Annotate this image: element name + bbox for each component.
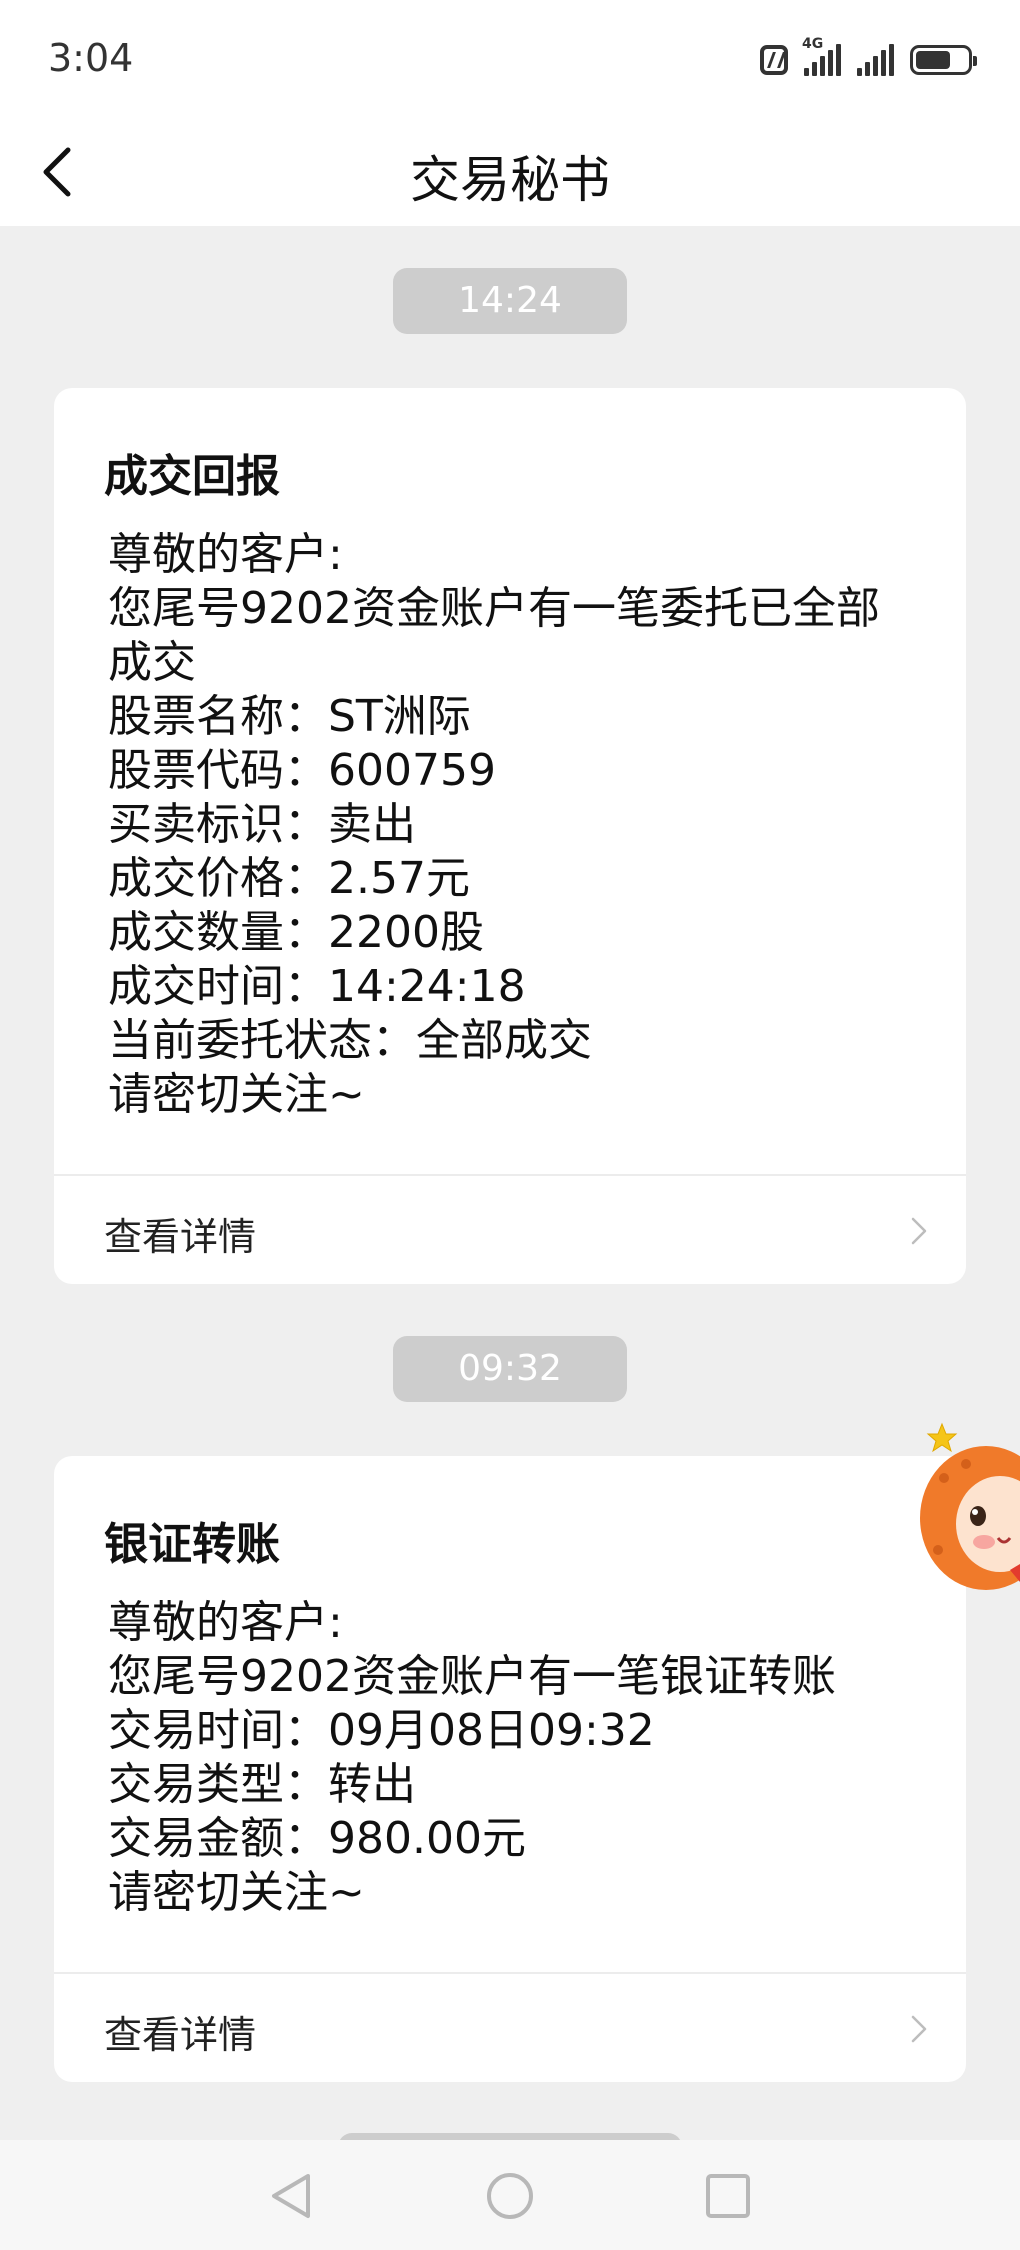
message-line: 成交时间：14:24:18 bbox=[108, 961, 526, 1012]
mascot-icon[interactable] bbox=[918, 1420, 1020, 1620]
chevron-right-icon bbox=[911, 2015, 927, 2043]
message-line: 股票名称：ST洲际 bbox=[108, 691, 471, 742]
signal-icon bbox=[857, 44, 894, 76]
page-title: 交易秘书 bbox=[410, 151, 610, 209]
message-line: 尊敬的客户: bbox=[108, 1597, 343, 1648]
view-details-label: 查看详情 bbox=[104, 1215, 257, 1259]
status-icons: 4G bbox=[760, 36, 977, 80]
system-home-button[interactable] bbox=[482, 2168, 538, 2224]
battery-icon bbox=[910, 45, 977, 75]
message-timestamp: 14:24 bbox=[393, 268, 627, 334]
message-line: 成交数量：2200股 bbox=[108, 907, 484, 958]
message-line: 交易时间：09月08日09:32 bbox=[108, 1705, 655, 1756]
nav-bar: 交易秘书 bbox=[0, 118, 1020, 226]
home-circle-icon bbox=[487, 2173, 533, 2219]
message-line: 交易类型：转出 bbox=[108, 1759, 416, 1810]
chevron-right-icon bbox=[911, 1217, 927, 1245]
back-triangle-icon bbox=[272, 2174, 310, 2218]
view-details-button[interactable]: 查看详情 bbox=[54, 1176, 966, 1284]
message-line: 成交价格：2.57元 bbox=[108, 853, 470, 904]
message-card-bank-transfer: 银证转账 尊敬的客户: 您尾号9202资金账户有一笔银证转账 交易时间：09月0… bbox=[54, 1456, 966, 2082]
message-line: 您尾号9202资金账户有一笔银证转账 bbox=[108, 1651, 836, 1702]
message-timestamp: 09:32 bbox=[393, 1336, 627, 1402]
system-back-button[interactable] bbox=[264, 2168, 320, 2224]
message-line: 尊敬的客户: bbox=[108, 529, 343, 580]
message-card-trade-report: 成交回报 尊敬的客户: 您尾号9202资金账户有一笔委托已全部 成交 股票名称：… bbox=[54, 388, 966, 1284]
system-nav-bar bbox=[0, 2140, 1020, 2250]
signal-icon: 4G bbox=[802, 36, 841, 76]
nfc-icon bbox=[760, 45, 788, 75]
message-body: 尊敬的客户: 您尾号9202资金账户有一笔银证转账 交易时间：09月08日09:… bbox=[108, 1596, 928, 1920]
status-time: 3:04 bbox=[48, 36, 134, 80]
message-line: 股票代码：600759 bbox=[108, 745, 496, 796]
system-recents-button[interactable] bbox=[700, 2168, 756, 2224]
status-bar: 3:04 4G bbox=[0, 0, 1020, 118]
message-title: 银证转账 bbox=[104, 1519, 280, 1570]
recents-square-icon bbox=[706, 2174, 750, 2218]
message-line: 您尾号9202资金账户有一笔委托已全部 bbox=[108, 583, 880, 634]
view-details-button[interactable]: 查看详情 bbox=[54, 1974, 966, 2082]
network-type-label: 4G bbox=[802, 36, 824, 52]
message-title: 成交回报 bbox=[104, 451, 280, 502]
message-line: 成交 bbox=[108, 637, 196, 688]
message-body: 尊敬的客户: 您尾号9202资金账户有一笔委托已全部 成交 股票名称：ST洲际 … bbox=[108, 528, 928, 1122]
message-line: 请密切关注~ bbox=[108, 1867, 365, 1918]
message-line: 请密切关注~ bbox=[108, 1069, 365, 1120]
message-line: 买卖标识：卖出 bbox=[108, 799, 416, 850]
view-details-label: 查看详情 bbox=[104, 2013, 257, 2057]
message-line: 当前委托状态：全部成交 bbox=[108, 1015, 592, 1066]
message-line: 交易金额：980.00元 bbox=[108, 1813, 526, 1864]
